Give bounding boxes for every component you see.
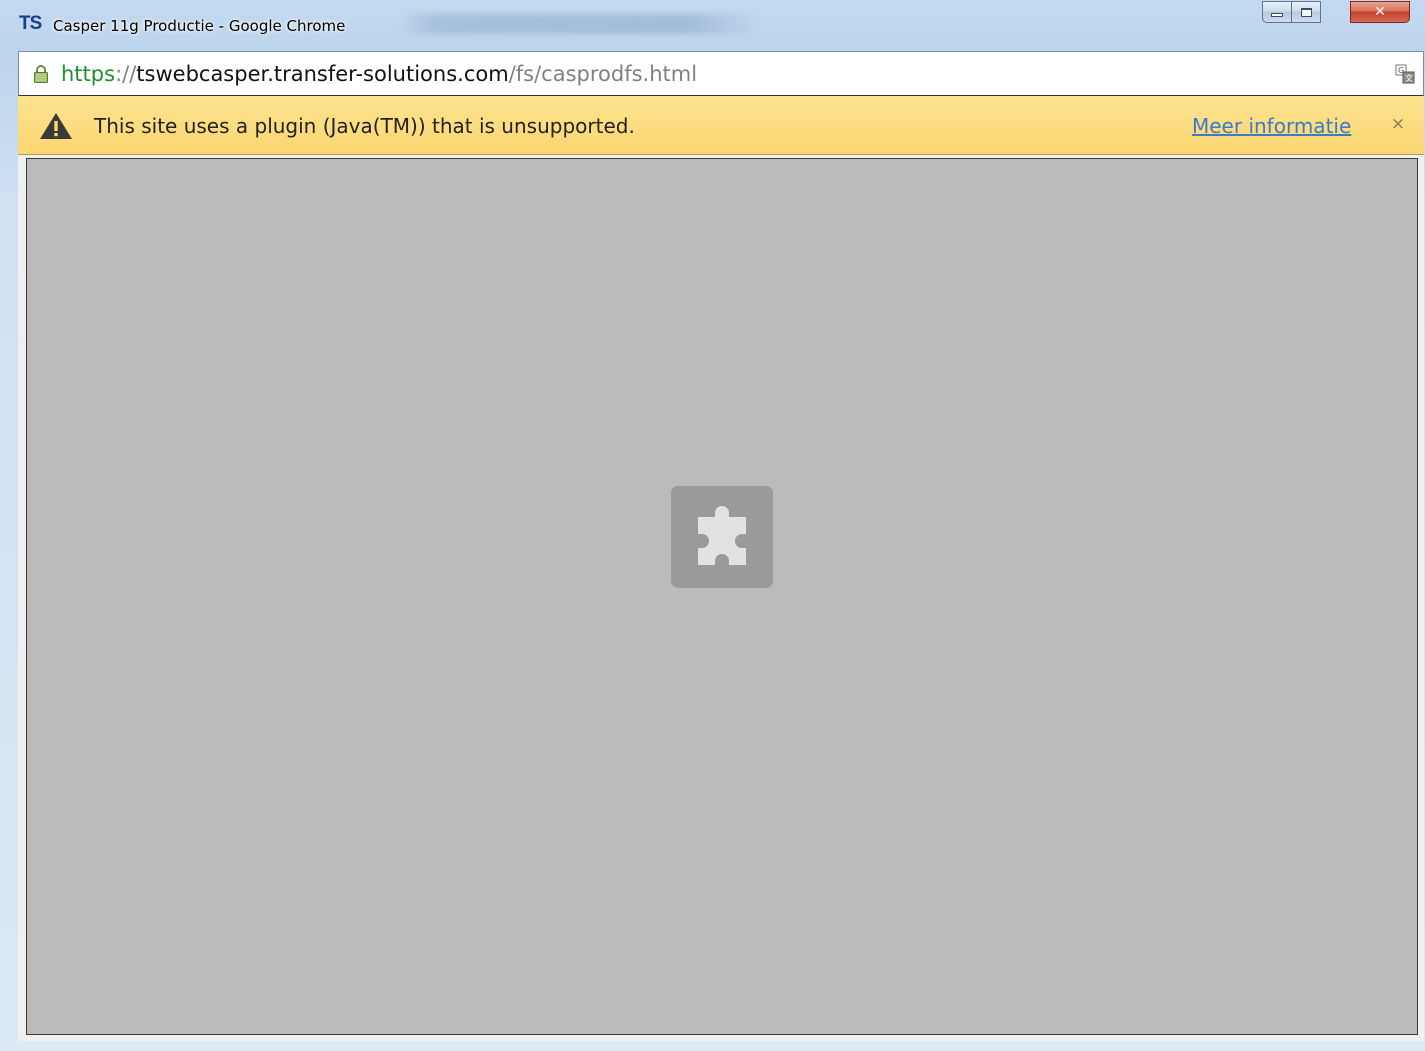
url-separator: :// — [115, 62, 137, 86]
svg-text:文: 文 — [1405, 73, 1413, 83]
minimize-icon — [1271, 13, 1283, 17]
browser-window: TS Casper 11g Productie - Google Chrome … — [0, 0, 1425, 1051]
window-title: Casper 11g Productie - Google Chrome — [53, 17, 346, 35]
plugin-infobar: This site uses a plugin (Java(TM)) that … — [18, 96, 1424, 155]
url-scheme: https — [61, 62, 116, 86]
maximize-button[interactable] — [1291, 1, 1321, 23]
puzzle-piece-icon — [698, 506, 746, 565]
more-info-link[interactable]: Meer informatie — [1192, 113, 1351, 139]
plugin-tile[interactable] — [671, 486, 773, 588]
app-icon: TS — [19, 13, 42, 34]
url-text[interactable]: https://tswebcasper.transfer-solutions.c… — [61, 60, 697, 88]
close-icon: ✕ — [1374, 4, 1386, 20]
plugin-placeholder[interactable] — [26, 158, 1418, 1035]
url-path: /fs/casprodfs.html — [508, 62, 698, 86]
translate-icon[interactable]: G 文 — [1395, 64, 1415, 84]
maximize-icon — [1300, 7, 1312, 17]
blurred-title-region — [400, 14, 760, 34]
lock-icon[interactable] — [33, 64, 49, 84]
url-host: tswebcasper.transfer-solutions.com — [136, 62, 509, 86]
page-content — [18, 155, 1424, 1041]
window-bottom-border — [0, 1041, 1425, 1051]
infobar-close-button[interactable]: × — [1388, 112, 1408, 136]
address-bar[interactable]: https://tswebcasper.transfer-solutions.c… — [18, 51, 1424, 96]
title-bar[interactable]: TS Casper 11g Productie - Google Chrome … — [0, 0, 1425, 50]
minimize-button[interactable] — [1262, 1, 1292, 23]
window-controls: ✕ — [1262, 1, 1424, 24]
warning-icon — [40, 113, 72, 139]
close-window-button[interactable]: ✕ — [1350, 1, 1410, 23]
infobar-message: This site uses a plugin (Java(TM)) that … — [94, 114, 635, 138]
